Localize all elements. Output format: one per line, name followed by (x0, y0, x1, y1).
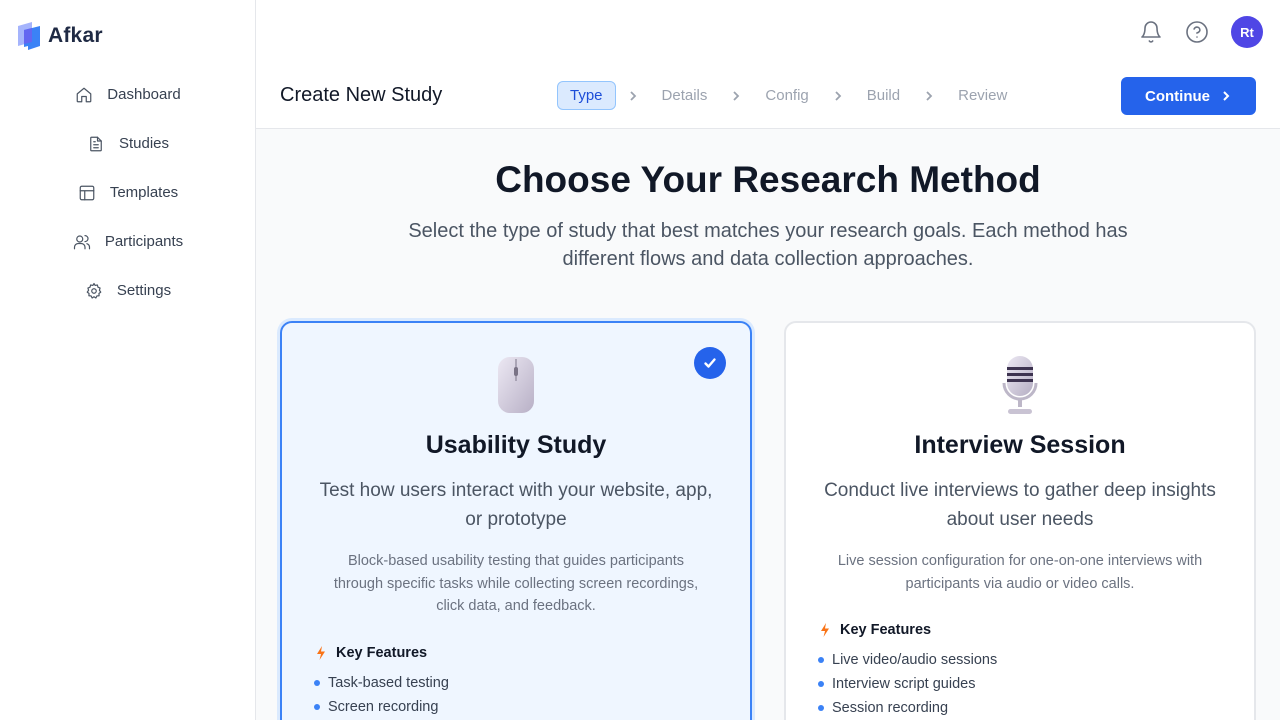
lightning-icon (821, 623, 829, 637)
avatar[interactable]: Rt (1231, 16, 1263, 48)
features-label: Key Features (336, 645, 428, 661)
app-name: Afkar (48, 24, 103, 47)
feature-text: Task-based testing (328, 675, 449, 691)
continue-label: Continue (1145, 87, 1210, 105)
list-item: Session recording (818, 696, 1222, 720)
feature-text: Interview script guides (832, 676, 976, 692)
sidebar-item-dashboard[interactable]: Dashboard (0, 70, 256, 119)
template-icon (79, 185, 95, 200)
app-logo[interactable]: Afkar (16, 20, 103, 52)
interview-session-card[interactable]: Interview Session Conduct live interview… (784, 321, 1256, 720)
bell-icon[interactable] (1139, 20, 1163, 44)
sidebar-nav: Dashboard Studies Templates Participants… (0, 70, 256, 315)
home-icon (76, 87, 92, 102)
gear-icon (86, 282, 102, 299)
top-actions: Rt (1139, 16, 1263, 48)
chevron-right-icon (733, 90, 740, 101)
page-header: Create New Study Type Details Config Bui… (256, 64, 1280, 129)
feature-list: Key Features Live video/audio sessions I… (818, 620, 1222, 720)
list-item: Task-based testing (314, 671, 718, 695)
features-label: Key Features (840, 622, 932, 638)
stepper: Type Details Config Build Review (557, 81, 1019, 110)
mouse-icon (498, 357, 534, 413)
sidebar-item-label: Settings (116, 282, 172, 299)
chevron-right-icon (1223, 91, 1230, 101)
sidebar-item-label: Participants (104, 233, 184, 250)
logo-icon (18, 22, 40, 50)
sidebar-item-label: Dashboard (107, 86, 181, 103)
list-item: Screen recording (314, 695, 718, 719)
features-heading: Key Features (314, 643, 718, 663)
card-description: Block-based usability testing that guide… (333, 553, 699, 614)
document-icon (90, 136, 102, 151)
sidebar-item-participants[interactable]: Participants (0, 217, 256, 266)
step-config[interactable]: Config (753, 81, 820, 110)
card-subtitle: Test how users interact with your websit… (319, 480, 713, 530)
step-type[interactable]: Type (557, 81, 616, 110)
chevron-right-icon (835, 90, 842, 101)
help-icon[interactable] (1185, 20, 1209, 44)
section-subheading: Select the type of study that best match… (408, 220, 1128, 270)
selected-check (694, 347, 726, 379)
chevron-right-icon (629, 90, 636, 101)
list-item: Interview script guides (818, 672, 1222, 696)
feature-text: Screen recording (328, 699, 439, 715)
list-item: Live video/audio sessions (818, 648, 1222, 672)
section-heading: Choose Your Research Method (495, 159, 1041, 200)
sidebar-item-templates[interactable]: Templates (0, 168, 256, 217)
sidebar-item-settings[interactable]: Settings (0, 266, 256, 315)
card-description: Live session configuration for one-on-on… (837, 553, 1203, 592)
feature-text: Live video/audio sessions (832, 652, 998, 668)
features-heading: Key Features (818, 620, 1222, 640)
main-content: Choose Your Research Method Select the t… (256, 129, 1280, 720)
feature-list: Key Features Task-based testing Screen r… (314, 643, 718, 719)
card-title: Usability Study (425, 431, 607, 459)
step-review[interactable]: Review (946, 81, 1019, 110)
sidebar-item-label: Studies (118, 135, 170, 152)
sidebar-item-label: Templates (109, 184, 179, 201)
step-details[interactable]: Details (650, 81, 720, 110)
feature-text: Session recording (832, 700, 949, 716)
lightning-icon (317, 646, 325, 660)
page-title: Create New Study (280, 84, 443, 106)
users-icon (73, 234, 90, 249)
card-title: Interview Session (914, 431, 1126, 459)
sidebar-item-studies[interactable]: Studies (0, 119, 256, 168)
microphone-icon (1002, 356, 1038, 414)
step-build[interactable]: Build (855, 81, 912, 110)
usability-study-card[interactable]: Usability Study Test how users interact … (280, 321, 752, 720)
card-subtitle: Conduct live interviews to gather deep i… (824, 480, 1216, 530)
sidebar: Afkar Dashboard Studies Templates Partic… (0, 0, 256, 720)
chevron-right-icon (926, 90, 933, 101)
check-icon (704, 358, 716, 368)
top-bar: Rt (256, 0, 1280, 64)
continue-button[interactable]: Continue (1121, 77, 1256, 115)
